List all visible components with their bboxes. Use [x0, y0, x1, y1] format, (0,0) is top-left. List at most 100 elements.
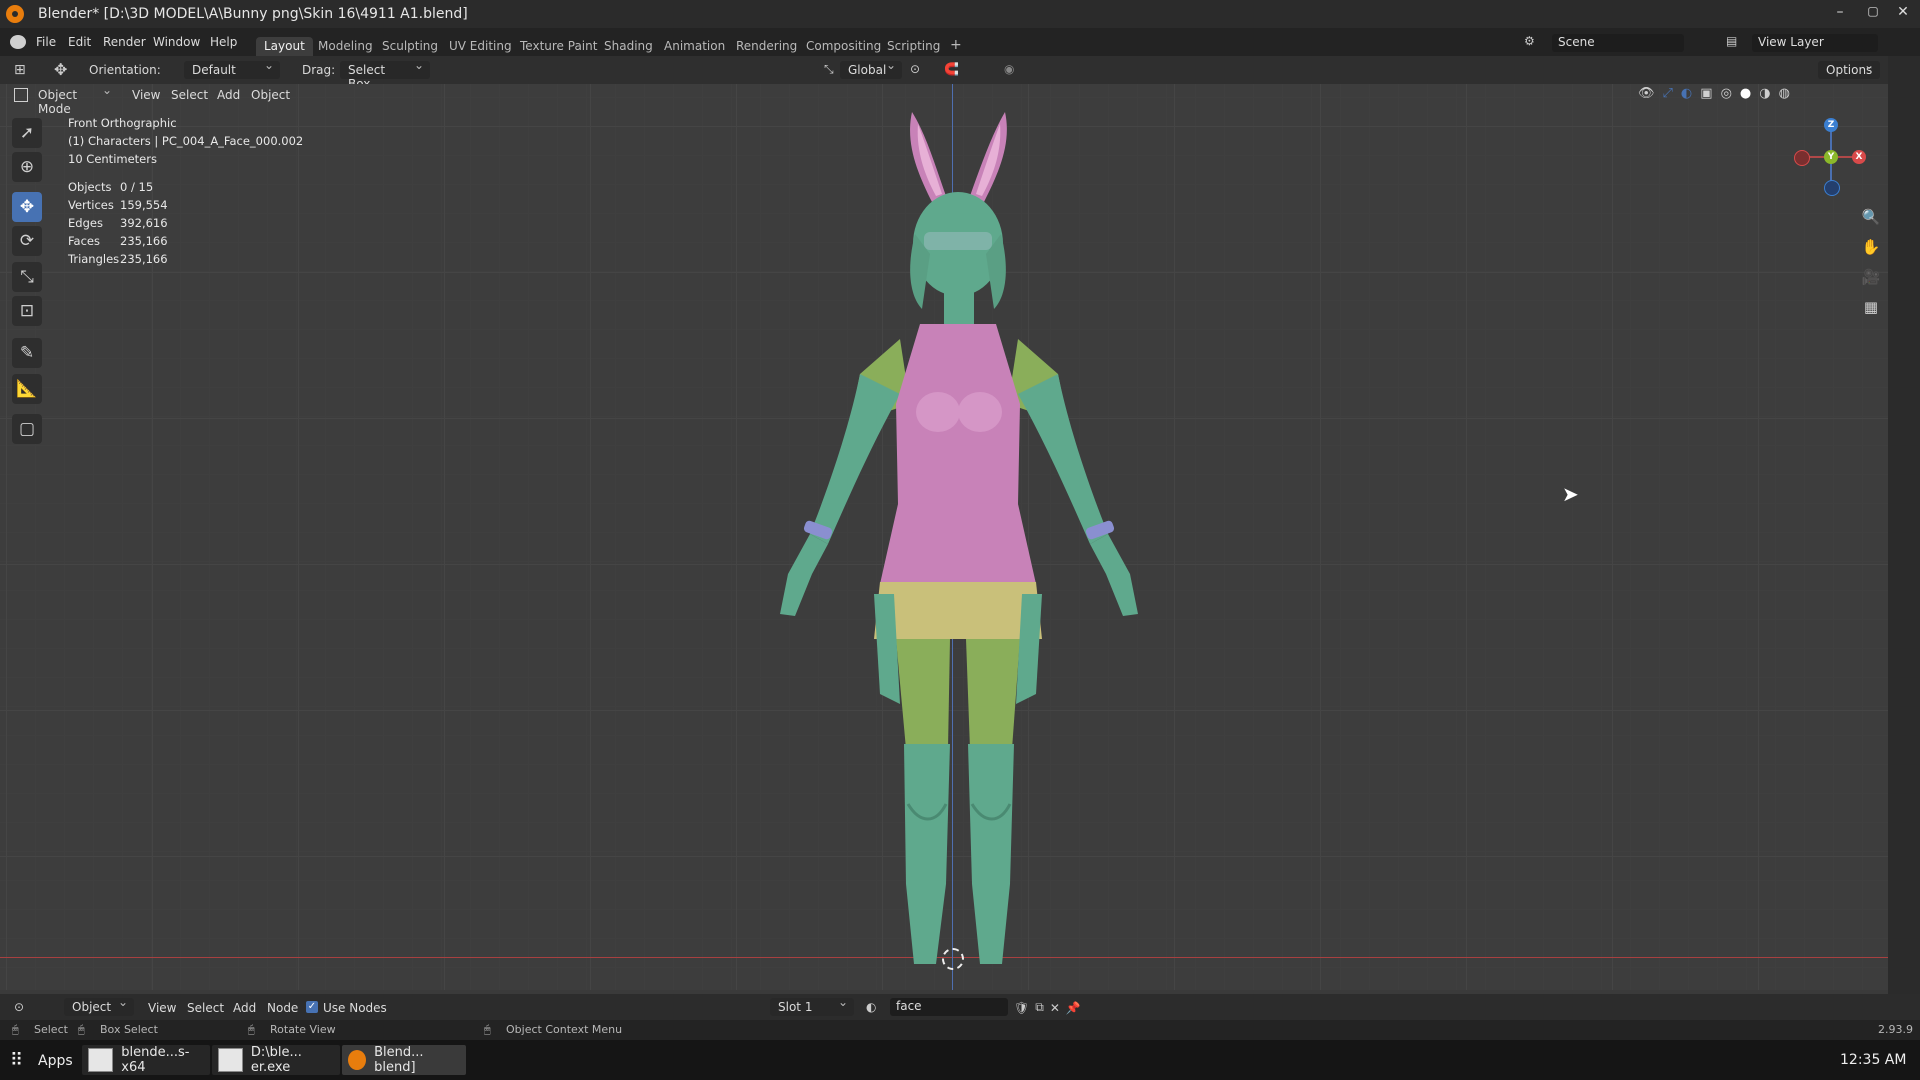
close-button[interactable]: ✕	[1888, 4, 1918, 24]
cursor-arrow-icon: ➚	[19, 123, 35, 143]
gizmo-x-icon[interactable]: X	[1852, 150, 1866, 164]
scene-field[interactable]: Scene	[1552, 34, 1684, 52]
add-cube-tool[interactable]: ▢	[12, 414, 42, 444]
object-mode-dropdown[interactable]: Object Mode	[30, 83, 118, 116]
viewport-menu-select[interactable]: Select	[171, 88, 208, 102]
viewport-shading-controls: 👁 ⤢ ◐ ▣ ◎ ● ◑ ◍	[1638, 86, 1790, 101]
shader-object-dropdown[interactable]: Object	[64, 995, 134, 1016]
editor-type-icon[interactable]: ⊞	[14, 62, 26, 78]
mouse-left-icon: 🖱	[12, 1023, 19, 1036]
move-icon: ✥	[19, 197, 35, 217]
navigation-gizmo[interactable]: Z X Y	[1790, 118, 1880, 198]
window-thumbnail-icon	[218, 1048, 243, 1072]
menu-edit[interactable]: Edit	[68, 35, 91, 49]
select-box-tool[interactable]: ➚	[12, 118, 42, 148]
apps-grid-icon[interactable]: ⠿	[10, 1050, 23, 1071]
rendered-shading-icon[interactable]: ◍	[1779, 86, 1790, 101]
node-menu-add[interactable]: Add	[233, 1001, 256, 1015]
orientation-dropdown[interactable]: Default	[184, 58, 280, 79]
transform-orientation-dropdown[interactable]: Global	[840, 58, 902, 79]
measure-tool[interactable]: 📐	[12, 374, 42, 404]
shader-editor-type-icon[interactable]: ⊙	[14, 1000, 24, 1014]
status-bar: 🖱 Select 🖱 Box Select 🖱 Rotate View 🖱 Ob…	[0, 1020, 1920, 1040]
status-box-select: Box Select	[100, 1023, 158, 1036]
drag-label: Drag:	[302, 63, 336, 77]
mouse-middle-icon: 🖱	[248, 1023, 255, 1036]
gizmo-z-icon[interactable]: Z	[1824, 118, 1838, 132]
object-mode-icon	[14, 88, 28, 102]
scale-tool[interactable]: ⤡	[12, 262, 42, 292]
stat-faces: Faces 235,166	[68, 234, 168, 248]
pin-icon[interactable]: 📌	[1066, 1001, 1081, 1015]
move-tool[interactable]: ✥	[12, 192, 42, 222]
viewport-menu-add[interactable]: Add	[217, 88, 240, 102]
cursor-tool[interactable]: ⊕	[12, 152, 42, 182]
view-layer-field[interactable]: View Layer	[1752, 34, 1878, 52]
solid-shading-icon[interactable]: ●	[1740, 86, 1751, 101]
material-browse-icon[interactable]: ◐	[866, 1000, 876, 1014]
gizmo-y-icon[interactable]: Y	[1824, 150, 1838, 164]
transform-orientation-icon: ⤡	[824, 62, 834, 76]
duplicate-material-icon[interactable]: ⧉	[1035, 1000, 1044, 1015]
add-workspace-button[interactable]: +	[942, 35, 970, 57]
pivot-point-icon[interactable]: ⊙	[910, 62, 920, 76]
camera-icon[interactable]: 🎥	[1860, 262, 1882, 292]
options-dropdown[interactable]: Options	[1818, 58, 1880, 79]
transform-tool[interactable]: ⊡	[12, 296, 42, 326]
task-blender-exe[interactable]: D:\ble... er.exe	[212, 1045, 340, 1075]
mouse-drag-icon: 🖱	[78, 1023, 85, 1036]
stat-vertices: Vertices 159,554	[68, 198, 168, 212]
unlink-material-icon[interactable]: ✕	[1050, 1001, 1060, 1015]
character-model[interactable]	[700, 104, 1220, 984]
material-actions: 🛡 ⧉ ✕ 📌	[1014, 1000, 1081, 1015]
ruler-icon: 📐	[16, 379, 38, 399]
use-nodes-checkbox[interactable]: ✓	[306, 1001, 318, 1013]
viewport-info: Front Orthographic (1) Characters | PC_0…	[68, 114, 303, 268]
visibility-icon[interactable]: 👁	[1638, 86, 1655, 101]
node-menu-select[interactable]: Select	[187, 1001, 224, 1015]
material-name-field[interactable]: face	[890, 998, 1008, 1016]
viewport-menu-object[interactable]: Object	[251, 88, 290, 102]
minimize-button[interactable]: –	[1825, 4, 1855, 24]
fake-user-icon[interactable]: 🛡	[1014, 1001, 1029, 1015]
window-thumbnail-icon	[88, 1048, 114, 1072]
window-titlebar: Blender* [D:\3D MODEL\A\Bunny png\Skin 1…	[0, 0, 1920, 28]
gizmo-toggle-icon[interactable]: ⤢	[1663, 86, 1673, 101]
blender-menu-icon[interactable]	[10, 35, 26, 49]
node-menu-view[interactable]: View	[148, 1001, 176, 1015]
orientation-label: Orientation:	[89, 63, 161, 77]
material-shading-icon[interactable]: ◑	[1759, 86, 1770, 101]
zoom-icon[interactable]: 🔍	[1860, 202, 1882, 232]
xray-icon[interactable]: ▣	[1700, 86, 1712, 101]
snap-icon[interactable]: 🧲	[944, 62, 959, 76]
material-slot-dropdown[interactable]: Slot 1	[770, 995, 854, 1016]
scene-icon[interactable]: ⚙	[1524, 34, 1550, 52]
annotate-tool[interactable]: ✎	[12, 338, 42, 368]
blender-taskbar-icon	[348, 1050, 367, 1070]
drag-dropdown[interactable]: Select Box	[340, 58, 430, 91]
proportional-edit-icon[interactable]: ◉	[1004, 62, 1014, 76]
maximize-button[interactable]: ▢	[1858, 4, 1888, 24]
rotate-tool[interactable]: ⟳	[12, 226, 42, 256]
apps-label[interactable]: Apps	[38, 1053, 73, 1069]
view-name: Front Orthographic	[68, 116, 177, 130]
menu-window[interactable]: Window	[153, 35, 200, 49]
grid-toggle-icon[interactable]: ▦	[1860, 292, 1882, 322]
pan-hand-icon[interactable]: ✋	[1860, 232, 1882, 262]
menu-help[interactable]: Help	[210, 35, 237, 49]
mouse-pointer-icon: ➤	[1562, 482, 1579, 506]
overlay-icon[interactable]: ◐	[1681, 86, 1692, 101]
crosshair-icon: ⊕	[19, 157, 35, 177]
menu-file[interactable]: File	[36, 35, 56, 49]
wireframe-shading-icon[interactable]: ◎	[1721, 86, 1732, 101]
viewport-menu-view[interactable]: View	[132, 88, 160, 102]
scale-icon: ⤡	[20, 267, 34, 287]
properties-sidebar-collapsed[interactable]	[1888, 56, 1920, 994]
mouse-right-icon: 🖱	[484, 1023, 491, 1036]
menu-render[interactable]: Render	[103, 35, 146, 49]
view-layer-icon[interactable]: ▤	[1726, 34, 1752, 52]
task-blender-blend[interactable]: Blend... blend]	[342, 1045, 466, 1075]
transform-icon: ⊡	[19, 301, 35, 321]
task-blender-installer[interactable]: blende...s-x64	[82, 1045, 210, 1075]
node-menu-node[interactable]: Node	[267, 1001, 298, 1015]
